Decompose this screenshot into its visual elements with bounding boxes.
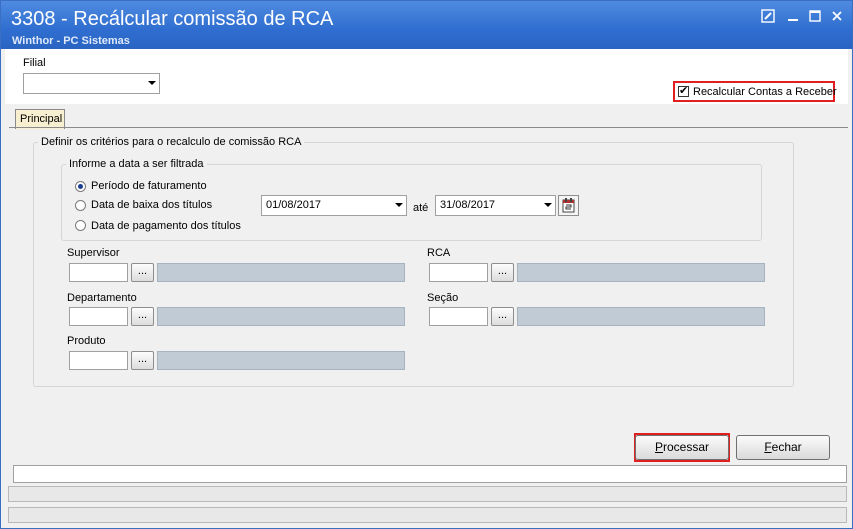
date-to-picker[interactable]: 31/08/2017 [435, 195, 556, 216]
processar-button[interactable]: Processar [635, 435, 729, 460]
supervisor-lookup-button[interactable]: ... [131, 263, 154, 282]
radio-periodo-faturamento-label[interactable]: Período de faturamento [91, 180, 207, 192]
checkmark-icon: ✔ [679, 85, 689, 97]
secao-lookup-button[interactable]: ... [491, 307, 514, 326]
app-window: 3308 - Recálcular comissão de RCA Wintho… [0, 0, 853, 529]
window-title: 3308 - Recálcular comissão de RCA [11, 8, 334, 30]
chevron-down-icon [395, 203, 403, 207]
filial-label: Filial [23, 57, 46, 69]
fechar-button[interactable]: Fechar [736, 435, 830, 460]
processar-button-label: rocessar [663, 440, 710, 454]
chevron-down-icon [148, 81, 156, 85]
criteria-group: Definir os critérios para o recalculo de… [33, 136, 794, 387]
tab-principal-panel: Definir os critérios para o recalculo de… [9, 127, 848, 457]
tab-strip: Principal [9, 106, 848, 129]
minimize-icon[interactable] [786, 9, 802, 25]
progress-field [13, 465, 847, 483]
produto-code-input[interactable] [69, 351, 128, 370]
departamento-lookup-button[interactable]: ... [131, 307, 154, 326]
rca-description-field [517, 263, 765, 282]
status-bar-lower [8, 507, 847, 523]
window-subtitle: Winthor - PC Sistemas [12, 35, 130, 47]
radio-data-pagamento-label[interactable]: Data de pagamento dos títulos [91, 220, 241, 232]
title-bar[interactable]: 3308 - Recálcular comissão de RCA Wintho… [1, 1, 852, 49]
radio-data-pagamento[interactable] [75, 220, 86, 231]
supervisor-label: Supervisor [67, 247, 120, 259]
maximize-icon[interactable] [808, 9, 824, 25]
supervisor-description-field [157, 263, 405, 282]
recalcular-checkbox[interactable]: ✔ [678, 85, 689, 97]
close-icon[interactable] [830, 9, 846, 25]
status-bar-upper [8, 486, 847, 502]
processar-button-accel: P [654, 440, 663, 454]
date-from-picker[interactable]: 01/08/2017 [261, 195, 407, 216]
date-filter-group-title: Informe a data a ser filtrada [66, 158, 207, 170]
filial-select[interactable] [23, 73, 160, 94]
radio-data-baixa[interactable] [75, 200, 86, 211]
tab-principal[interactable]: Principal [15, 109, 65, 129]
date-to-value: 31/08/2017 [440, 199, 496, 211]
radio-periodo-faturamento[interactable] [75, 181, 86, 192]
rca-label: RCA [427, 247, 451, 259]
criteria-group-title: Definir os critérios para o recalculo de… [38, 136, 305, 148]
rca-lookup-button[interactable]: ... [491, 263, 514, 282]
departamento-description-field [157, 307, 405, 326]
chevron-down-icon [544, 203, 552, 207]
produto-lookup-button[interactable]: ... [131, 351, 154, 370]
radio-data-baixa-label[interactable]: Data de baixa dos títulos [91, 199, 212, 211]
secao-description-field [517, 307, 765, 326]
rca-code-input[interactable] [429, 263, 488, 282]
departamento-code-input[interactable] [69, 307, 128, 326]
date-filter-group: Informe a data a ser filtrada Período de… [61, 158, 762, 241]
window-client-area: Filial ✔ Recalcular Contas a Receber Pri… [5, 49, 848, 526]
recalcular-label[interactable]: Recalcular Contas a Receber [693, 86, 837, 98]
fechar-button-accel: F [764, 440, 772, 454]
departamento-label: Departamento [67, 292, 137, 304]
secao-label: Seção [427, 292, 459, 304]
filter-header-panel: Filial ✔ Recalcular Contas a Receber [5, 49, 848, 104]
calendar-icon[interactable] [558, 195, 579, 216]
fechar-button-label: echar [771, 440, 802, 454]
edit-window-icon[interactable] [761, 9, 777, 25]
date-separator: até [413, 202, 429, 214]
produto-label: Produto [67, 335, 106, 347]
secao-code-input[interactable] [429, 307, 488, 326]
tab-principal-label: Principal [20, 113, 63, 125]
date-from-value: 01/08/2017 [266, 199, 322, 211]
produto-description-field [157, 351, 405, 370]
supervisor-code-input[interactable] [69, 263, 128, 282]
